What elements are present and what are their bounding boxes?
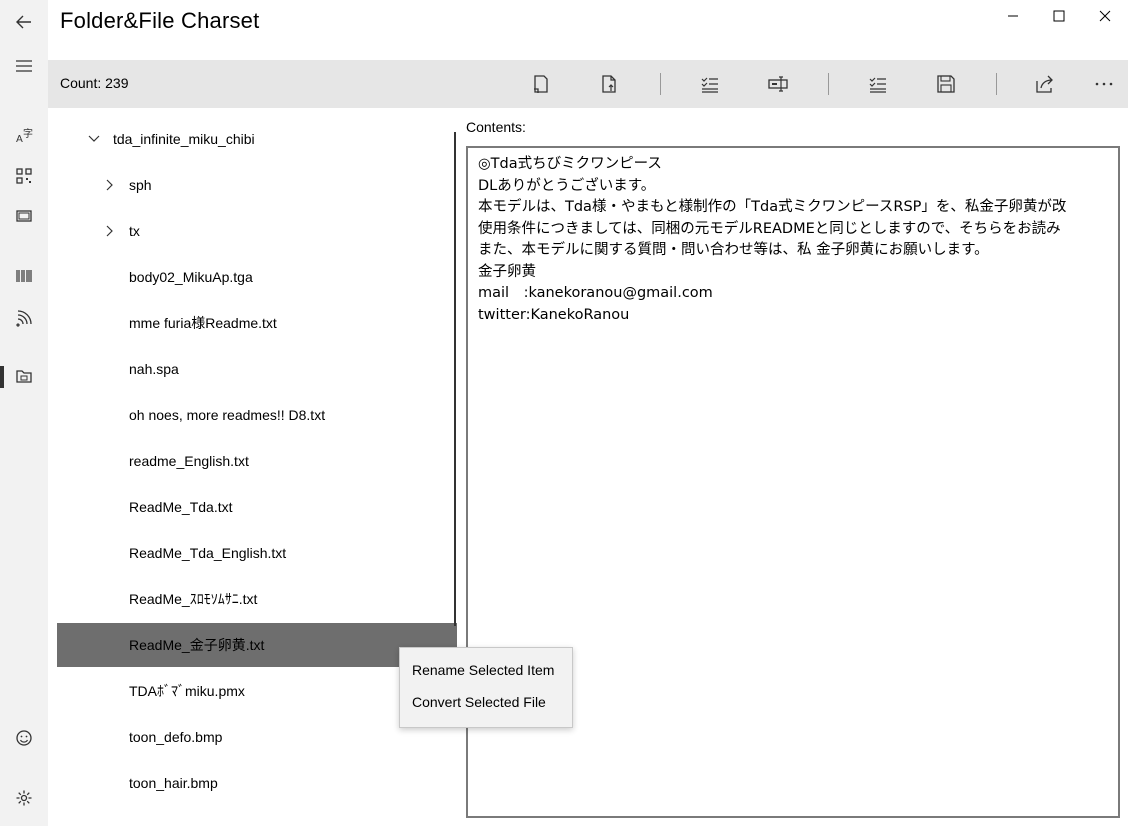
tree-node-label: sph xyxy=(129,177,152,193)
contents-line: 使用条件につきましては、同梱の元モデルREADMEと同じとしますので、そちらをお… xyxy=(478,220,1061,237)
contents-line: twitter:KanekoRanou xyxy=(478,306,630,323)
close-icon[interactable] xyxy=(1082,0,1128,32)
tree-file[interactable]: readme_English.txt xyxy=(57,439,457,483)
hardware-icon[interactable] xyxy=(0,196,48,236)
tree-node-label: body02_MikuAp.tga xyxy=(129,269,253,285)
tree-node-label: toon_defo.bmp xyxy=(129,729,223,745)
hamburger-icon[interactable] xyxy=(0,46,48,86)
nav-rail: A字 xyxy=(0,0,48,826)
contents-line: ◎Tda式ちびミクワンピース xyxy=(478,156,662,172)
tree-file[interactable]: ReadMe_Tda.txt xyxy=(57,485,457,529)
app-title: Folder&File Charset xyxy=(60,8,260,33)
charset-icon[interactable]: A字 xyxy=(0,116,48,156)
tree-root-folder[interactable]: tda_infinite_miku_chibi xyxy=(57,117,457,161)
tree-file[interactable]: toon_hair.bmp xyxy=(57,761,457,805)
tree-folder[interactable]: tx xyxy=(57,209,457,253)
open-folder-icon[interactable] xyxy=(521,64,561,104)
contents-line: mail :kanekoranou@gmail.com xyxy=(478,285,713,301)
open-file-icon[interactable] xyxy=(589,64,629,104)
folder-file-icon[interactable] xyxy=(0,356,48,396)
contents-line: 金子卵黄 xyxy=(478,263,536,280)
tree-node-label: toon_hair.bmp xyxy=(129,775,218,791)
tree-node-label: ReadMe_Tda.txt xyxy=(129,499,233,515)
separator xyxy=(828,73,829,95)
tree-file[interactable]: ReadMe_ｽﾛﾓｿﾑｻﾆ.txt xyxy=(57,577,457,621)
tree-file[interactable]: nah.spa xyxy=(57,347,457,391)
tree-file[interactable]: mme furia様Readme.txt xyxy=(57,301,457,345)
qr-code-icon[interactable] xyxy=(0,156,48,196)
chevron-right-icon[interactable] xyxy=(103,178,117,192)
settings-icon[interactable] xyxy=(0,778,48,818)
contents-line: また、本モデルに関する質問・問い合わせ等は、私 金子卵黄にお願いします。 xyxy=(478,242,989,258)
rename-icon[interactable] xyxy=(758,64,798,104)
tree-folder[interactable]: sph xyxy=(57,163,457,207)
rename-selected-item-menu-item[interactable]: Rename Selected Item xyxy=(400,654,572,686)
nfc-icon[interactable] xyxy=(0,298,48,338)
tree-node-label: ReadMe_金子卵黄.txt xyxy=(129,637,265,653)
tree-scrollbar[interactable] xyxy=(454,132,456,626)
convert-icon[interactable] xyxy=(858,64,898,104)
tree-file[interactable]: toon_defo.bmp xyxy=(57,715,457,759)
separator xyxy=(660,73,661,95)
tree-file-selected[interactable]: ReadMe_金子卵黄.txt xyxy=(57,623,457,667)
tree-node-label: mme furia様Readme.txt xyxy=(129,315,277,331)
tree-file[interactable]: body02_MikuAp.tga xyxy=(57,255,457,299)
more-icon[interactable] xyxy=(1084,64,1124,104)
chevron-right-icon[interactable] xyxy=(103,224,117,238)
tree-file[interactable]: oh noes, more readmes!! D8.txt xyxy=(57,393,457,437)
item-count: Count: 239 xyxy=(60,75,129,91)
contents-label: Contents: xyxy=(466,119,526,135)
contents-line: DLありがとうございます。 xyxy=(478,177,656,194)
maximize-icon[interactable] xyxy=(1036,0,1082,32)
back-arrow-icon[interactable] xyxy=(0,2,48,42)
minimize-icon[interactable] xyxy=(990,0,1036,32)
select-all-icon[interactable] xyxy=(690,64,730,104)
tree-file[interactable]: ReadMe_Tda_English.txt xyxy=(57,531,457,575)
tree-node-label: ReadMe_Tda_English.txt xyxy=(129,545,287,561)
command-bar: Count: 239 xyxy=(48,60,1128,108)
tree-node-label: tda_infinite_miku_chibi xyxy=(113,131,255,147)
share-icon[interactable] xyxy=(1025,64,1065,104)
tree-node-label: tx xyxy=(129,223,140,239)
file-tree: tda_infinite_miku_chibi sph tx body02_Mi… xyxy=(48,108,458,826)
chevron-down-icon[interactable] xyxy=(87,132,101,146)
feedback-icon[interactable] xyxy=(0,718,48,758)
contents-line: 本モデルは、Tda様・やまもと様制作の「Tda式ミクワンピースRSP」を、私金子… xyxy=(478,199,1067,215)
tree-node-label: nah.spa xyxy=(129,361,179,377)
barcode-icon[interactable] xyxy=(0,256,48,296)
tree-node-label: ReadMe_ｽﾛﾓｿﾑｻﾆ.txt xyxy=(129,591,258,607)
save-icon[interactable] xyxy=(926,64,966,104)
tree-node-label: readme_English.txt xyxy=(129,453,249,469)
tree-node-label: oh noes, more readmes!! D8.txt xyxy=(129,407,326,423)
svg-text:字: 字 xyxy=(23,127,33,140)
tree-node-label: TDAﾎﾞﾏﾞmiku.pmx xyxy=(129,683,245,699)
tree-file[interactable]: TDAﾎﾞﾏﾞmiku.pmx xyxy=(57,669,457,713)
context-menu: Rename Selected Item Convert Selected Fi… xyxy=(399,647,573,728)
separator xyxy=(996,73,997,95)
convert-selected-file-menu-item[interactable]: Convert Selected File xyxy=(400,686,572,718)
svg-text:A: A xyxy=(16,134,23,145)
